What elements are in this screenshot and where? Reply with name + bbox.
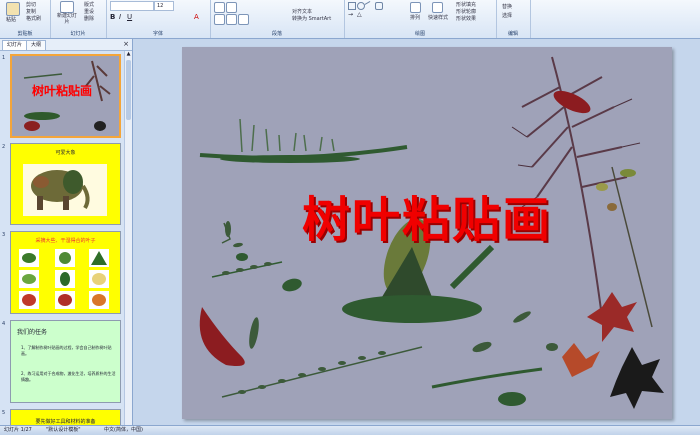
group-drawing: → △ 排列 快速样式 形状填充 形状轮廓 形状效果 绘图 (344, 0, 497, 38)
new-slide-button[interactable]: 新建幻灯片 (56, 13, 78, 25)
shape-outline-button[interactable]: 形状轮廓 (456, 8, 476, 15)
delete-button[interactable]: 删除 (84, 15, 94, 22)
group-paragraph: 对齐文本 转换为 SmartArt 段落 (210, 0, 345, 38)
arrange-icon[interactable] (410, 2, 421, 13)
replace-button[interactable]: 替换 (502, 3, 512, 10)
slide-thumbnail-3[interactable]: 采摘大些、干湿得合的叶子 (10, 231, 121, 314)
select-button[interactable]: 选择 (502, 12, 512, 19)
slide-pane: 幻灯片 大纲 × 1 树叶粘贴画 2 可爱大象 3 采摘大些、干湿得合的叶子 4… (0, 39, 133, 425)
align-text-button[interactable]: 对齐文本 (292, 8, 312, 15)
italic-button[interactable]: I (119, 13, 121, 21)
paste-icon[interactable] (6, 2, 20, 16)
slide-workspace: 树叶粘贴画 (133, 39, 700, 425)
pane-tabs: 幻灯片 大纲 × (0, 39, 132, 51)
tab-slides[interactable]: 幻灯片 (2, 40, 28, 50)
paste-button[interactable]: 粘贴 (6, 16, 16, 23)
slides-label: 幻灯片 (70, 31, 86, 37)
arrow-shape-icon[interactable]: → (348, 11, 354, 18)
group-slides: 新建幻灯片 版式 重设 删除 幻灯片 (50, 0, 107, 38)
clipboard-label: 剪贴板 (17, 31, 33, 37)
font-color-button[interactable]: A (194, 13, 199, 21)
thumb-4-bullet-1: 1、了解制作树叶贴画的过程，学会自己制作树叶贴画。 (21, 345, 112, 356)
line-shape-icon[interactable] (364, 0, 374, 11)
thumb-1-title: 树叶粘贴画 (32, 84, 93, 98)
pane-close-button[interactable]: × (123, 40, 129, 48)
rounded-rect-shape-icon[interactable] (375, 2, 383, 10)
slide-number: 1 (2, 55, 6, 61)
layout-button[interactable]: 版式 (84, 1, 94, 8)
arrange-button[interactable]: 排列 (410, 14, 420, 21)
quick-styles-icon[interactable] (432, 2, 443, 13)
tab-outline[interactable]: 大纲 (26, 40, 47, 50)
thumbnail-list: 1 树叶粘贴画 2 可爱大象 3 采摘大些、干湿得合的叶子 4 我们的任务 1、… (0, 51, 124, 425)
ribbon: 粘贴 剪切 复制 格式刷 剪贴板 新建幻灯片 版式 重设 删除 幻灯片 12 B… (0, 0, 700, 39)
leaf-grid-image (19, 249, 109, 309)
bold-button[interactable]: B (110, 13, 115, 21)
slide-number: 3 (2, 232, 6, 238)
slide-thumbnail-2[interactable]: 可爱大象 (10, 143, 121, 225)
pane-scrollbar[interactable]: ▲ (124, 51, 132, 425)
convert-smartart-button[interactable]: 转换为 SmartArt (292, 15, 331, 22)
scroll-up-icon[interactable]: ▲ (125, 51, 132, 58)
shape-fill-button[interactable]: 形状填充 (456, 1, 476, 8)
triangle-shape-icon[interactable]: △ (357, 11, 363, 18)
slide-number: 5 (2, 410, 6, 416)
reset-button[interactable]: 重设 (84, 8, 94, 15)
paragraph-label: 段落 (271, 31, 282, 37)
slide-thumbnail-1[interactable]: 树叶粘贴画 (10, 54, 121, 138)
slide-canvas[interactable]: 树叶粘贴画 (182, 47, 672, 419)
cut-button[interactable]: 剪切 (26, 1, 36, 8)
align-left-icon[interactable] (214, 14, 225, 25)
slide-title[interactable]: 树叶粘贴画 (282, 180, 572, 250)
group-font: 12 B I U A 字体 (106, 0, 211, 38)
align-center-icon[interactable] (226, 14, 237, 25)
slide-thumbnail-4[interactable]: 我们的任务 1、了解制作树叶贴画的过程，学会自己制作树叶贴画。 2、练习运用对于… (10, 320, 121, 403)
thumb-5-title: 要先做好工具和材料的准备 (35, 419, 96, 425)
copy-button[interactable]: 复制 (26, 8, 36, 15)
font-label: 字体 (152, 31, 163, 37)
slide-number: 4 (2, 321, 6, 327)
format-painter-button[interactable]: 格式刷 (26, 15, 41, 22)
quick-styles-button[interactable]: 快速样式 (428, 14, 448, 21)
thumb-3-title: 采摘大些、干湿得合的叶子 (35, 238, 96, 244)
thumb-4-title: 我们的任务 (17, 329, 48, 336)
align-right-icon[interactable] (238, 14, 249, 25)
new-slide-icon[interactable] (60, 1, 74, 13)
thumb-4-bullet-2: 2、练习运用对于合成物，激化生活，培养质朴的生活情趣。 (21, 371, 116, 382)
shape-effects-button[interactable]: 形状效果 (456, 15, 476, 22)
underline-button[interactable]: U (127, 13, 132, 21)
font-size-combo[interactable]: 12 (154, 1, 174, 11)
slide-number: 2 (2, 144, 6, 150)
scroll-thumb[interactable] (126, 60, 131, 120)
font-name-combo[interactable] (110, 1, 154, 11)
elephant-leaf-image (23, 164, 107, 216)
bullets-icon[interactable] (214, 2, 225, 13)
group-clipboard: 粘贴 剪切 复制 格式刷 剪贴板 (0, 0, 51, 38)
group-editing: 替换 选择 编辑 (496, 0, 531, 38)
thumb-2-title: 可爱大象 (55, 150, 76, 156)
numbering-icon[interactable] (226, 2, 237, 13)
rectangle-shape-icon[interactable] (348, 2, 356, 10)
editing-label: 编辑 (507, 31, 518, 37)
drawing-label: 绘图 (414, 31, 425, 37)
slide-thumbnail-5[interactable]: 要先做好工具和材料的准备 (10, 409, 121, 425)
